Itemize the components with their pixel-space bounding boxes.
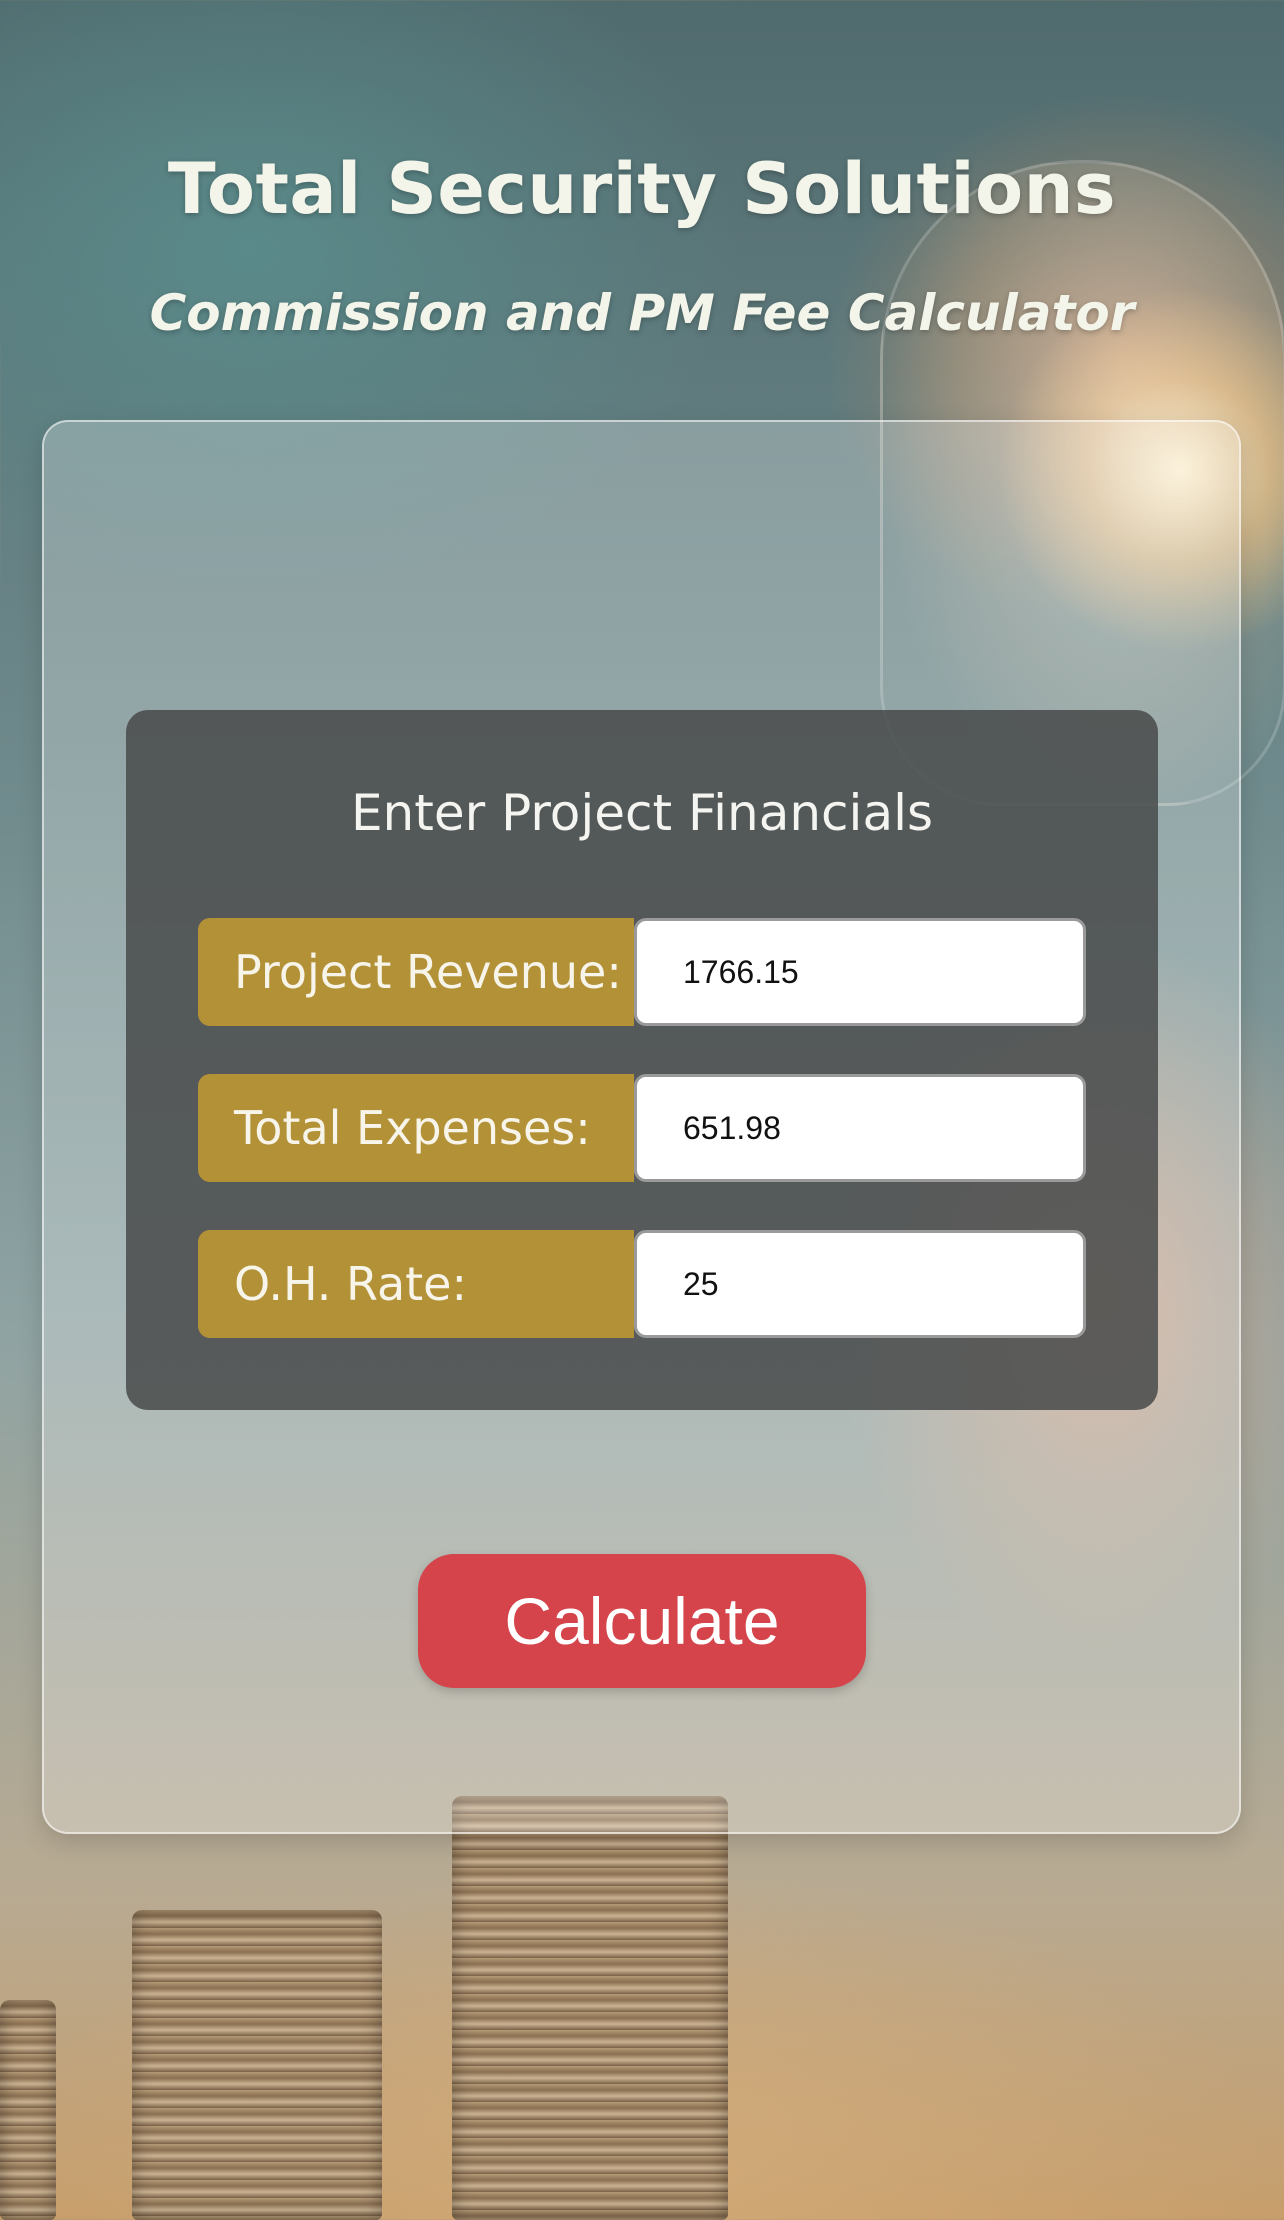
panel-title: Enter Project Financials: [350, 784, 934, 842]
oh-rate-input[interactable]: [634, 1230, 1086, 1338]
app-subtitle: Commission and PM Fee Calculator: [149, 284, 1135, 342]
oh-rate-row: O.H. Rate:: [198, 1230, 1086, 1338]
app-title: Total Security Solutions: [167, 148, 1117, 230]
project-revenue-row: Project Revenue:: [198, 918, 1086, 1026]
coin-stack-image: [132, 1910, 382, 2220]
financials-panel: Enter Project Financials Project Revenue…: [126, 710, 1158, 1410]
coin-stack-image: [452, 1796, 728, 2220]
calculate-button[interactable]: Calculate: [418, 1554, 866, 1688]
total-expenses-label: Total Expenses:: [198, 1074, 634, 1182]
oh-rate-label: O.H. Rate:: [198, 1230, 634, 1338]
total-expenses-input[interactable]: [634, 1074, 1086, 1182]
coin-stack-image: [0, 2000, 56, 2220]
total-expenses-row: Total Expenses:: [198, 1074, 1086, 1182]
project-revenue-label: Project Revenue:: [198, 918, 634, 1026]
project-revenue-input[interactable]: [634, 918, 1086, 1026]
